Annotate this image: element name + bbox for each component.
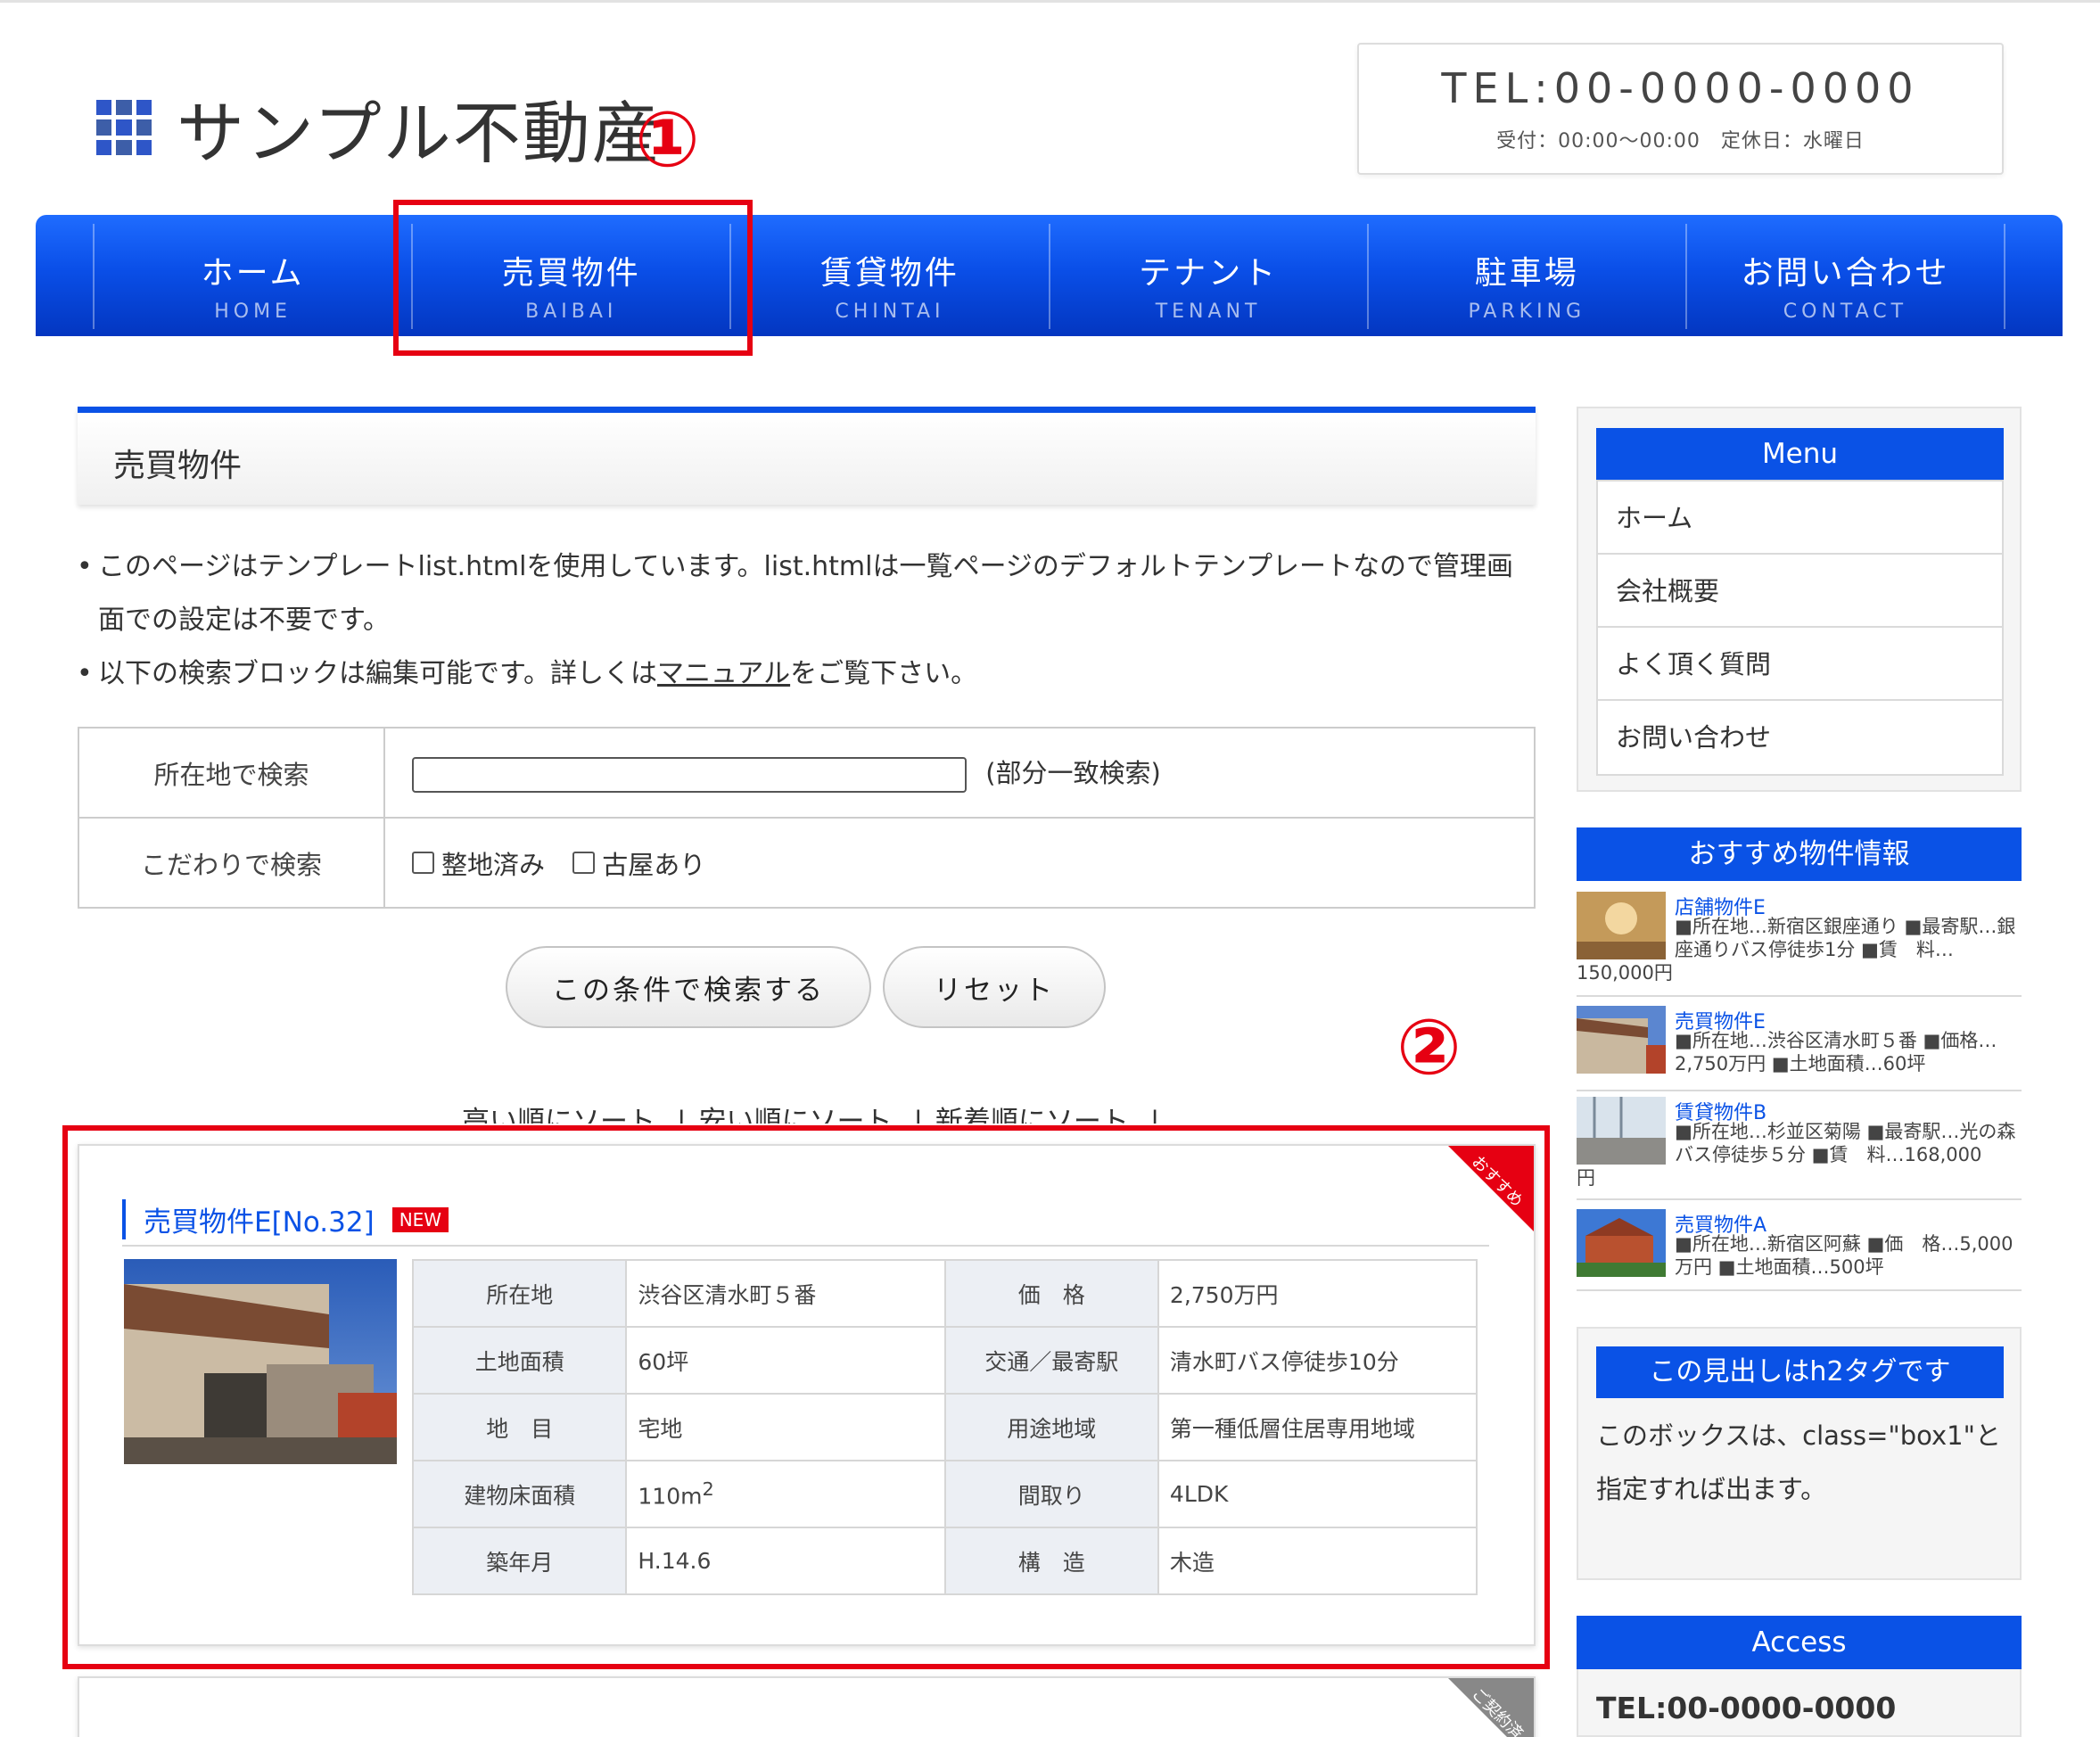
nav-sublabel: HOME (214, 300, 292, 323)
recommended-thumb[interactable] (1577, 892, 1666, 959)
annotation-number-1: ① (635, 95, 700, 185)
grid-logo-icon (96, 100, 152, 155)
nav-label: テナント (1139, 255, 1279, 292)
checkbox-icon[interactable] (412, 852, 434, 874)
sort-new-link[interactable]: 新着順にソート (935, 1106, 1129, 1124)
tel-number: TEL:00-0000-0000 (1441, 64, 1920, 112)
location-input[interactable] (412, 757, 967, 793)
checkbox-icon[interactable] (572, 852, 596, 874)
nav-sublabel: PARKING (1468, 300, 1586, 323)
top-border (0, 0, 2100, 3)
search-button[interactable]: この条件で検索する (506, 946, 871, 1028)
note-item: このページはテンプレートlist.htmlを使用しています。list.htmlは… (77, 540, 1525, 647)
feature-search-label: こだわりで検索 (78, 817, 385, 909)
spec-row: 建物床面積 110m2 間取り 4LDK (411, 1460, 1478, 1528)
box1-text: このボックスは、class="box1"と指定すれば出ます。 (1596, 1420, 2001, 1504)
partial-match-hint: (部分一致検索) (985, 758, 1161, 788)
access-tel: TEL:00-0000-0000 (1596, 1691, 1897, 1725)
nav-baibai[interactable]: 売買物件 BAIBAI (411, 224, 729, 329)
nav-label: ホーム (201, 255, 305, 292)
nav-sublabel: CHINTAI (835, 300, 945, 323)
sort-low-link[interactable]: 安い順にソート (698, 1106, 892, 1124)
site-logo[interactable]: サンプル不動産 (96, 78, 662, 177)
nav-chintai[interactable]: 賃貸物件 CHINTAI (729, 224, 1048, 329)
sort-high-link[interactable]: 高い順にソート (462, 1106, 655, 1124)
access-title: Access (1577, 1616, 2022, 1669)
access-box: TEL:00-0000-0000 (1577, 1669, 2022, 1737)
recommended-item[interactable]: 売買物件A ■所在地…新宿区阿蘇 ■価 格…5,000万円 ■土地面積…500坪 (1577, 1209, 2022, 1291)
annotation-number-2: ② (1396, 1003, 1462, 1092)
tel-box: TEL:00-0000-0000 受付：00:00〜00:00 定休日：水曜日 (1357, 43, 2004, 175)
box1-title: この見出しはh2タグです (1596, 1346, 2004, 1398)
sidebar-menu-title: Menu (1596, 428, 2004, 480)
nav-label: 賃貸物件 (819, 255, 959, 292)
nav-home[interactable]: ホーム HOME (93, 224, 411, 329)
listing-card[interactable]: おすすめ 売買物件E[No.32] NEW 所在地 渋谷区清水町５番 価 格 2… (78, 1144, 1536, 1646)
spec-row: 土地面積 60坪 交通／最寄駅 清水町バス停徒歩10分 (411, 1326, 1478, 1395)
recommended-desc: ■所在地…杉並区菊陽 ■最寄駅…光の森バス停徒歩５分 ■賃 料…168,000 (1675, 1121, 2016, 1165)
option-graded-land[interactable]: 整地済み (412, 844, 545, 882)
global-nav: ホーム HOME 売買物件 BAIBAI 賃貸物件 CHINTAI テナント T… (36, 215, 2063, 336)
recommended-thumb[interactable] (1577, 1209, 1666, 1277)
recommended-thumb[interactable] (1577, 1097, 1666, 1165)
page-notes: このページはテンプレートlist.htmlを使用しています。list.htmlは… (77, 540, 1525, 701)
sort-bar: 高い順にソート | 安い順にソート | 新着順にソート | (462, 1099, 1172, 1124)
listing-spec-table: 所在地 渋谷区清水町５番 価 格 2,750万円 土地面積 60坪 交通／最寄駅… (411, 1259, 1478, 1595)
nav-label: 売買物件 (501, 255, 641, 292)
recommended-desc: ■所在地…渋谷区清水町５番 ■価格…2,750万円 ■土地面積…60坪 (1675, 1030, 1997, 1074)
option-old-house[interactable]: 古屋あり (572, 844, 705, 882)
search-form: 所在地で検索 (部分一致検索) こだわりで検索 整地済み 古屋あり (78, 727, 1536, 909)
recommended-desc-tail: 円 (1577, 1167, 1595, 1189)
recommended-item[interactable]: 店舗物件E ■所在地…新宿区銀座通り ■最寄駅…銀座通りバス停徒歩1分 ■賃 料… (1577, 892, 2022, 997)
page-title: 売買物件 (78, 407, 1536, 505)
nav-label: お問い合わせ (1741, 255, 1950, 292)
nav-sublabel: CONTACT (1783, 300, 1908, 323)
recommended-thumb[interactable] (1577, 1006, 1666, 1074)
spec-row: 築年月 H.14.6 構 造 木造 (411, 1527, 1478, 1595)
sidebar-item-contact[interactable]: お問い合わせ (1598, 701, 2002, 774)
new-badge: NEW (391, 1206, 449, 1232)
nav-label: 駐車場 (1474, 255, 1579, 292)
recommended-desc: ■所在地…新宿区銀座通り ■最寄駅…銀座通りバス停徒歩1分 ■賃 料… (1675, 916, 2016, 960)
site-title: サンプル不動産 (177, 94, 662, 173)
business-hours: 受付：00:00〜00:00 定休日：水曜日 (1496, 130, 1865, 152)
nav-tenant[interactable]: テナント TENANT (1048, 224, 1367, 329)
recommended-title: おすすめ物件情報 (1577, 827, 2022, 881)
recommended-item[interactable]: 売買物件E ■所在地…渋谷区清水町５番 ■価格…2,750万円 ■土地面積…60… (1577, 1006, 2022, 1091)
manual-link[interactable]: マニュアル (657, 658, 790, 689)
listing-title[interactable]: 売買物件E[No.32] NEW (122, 1199, 449, 1239)
note-item: 以下の検索ブロックは編集可能です。詳しくはマニュアルをご覧下さい。 (77, 647, 1525, 701)
nav-sublabel: TENANT (1155, 300, 1262, 323)
sidebar-item-faq[interactable]: よく頂く質問 (1598, 628, 2002, 701)
spec-row: 所在地 渋谷区清水町５番 価 格 2,750万円 (411, 1259, 1478, 1328)
reset-button[interactable]: リセット (883, 946, 1106, 1028)
spec-row: 地 目 宅地 用途地域 第一種低層住居専用地域 (411, 1393, 1478, 1461)
recommended-item[interactable]: 賃貸物件B ■所在地…杉並区菊陽 ■最寄駅…光の森バス停徒歩５分 ■賃 料…16… (1577, 1097, 2022, 1200)
listing-card[interactable]: ご契約済 (78, 1676, 1536, 1737)
nav-contact[interactable]: お問い合わせ CONTACT (1684, 224, 2006, 329)
sidebar-box1: この見出しはh2タグです このボックスは、class="box1"と指定すれば出… (1577, 1327, 2022, 1580)
sidebar-item-home[interactable]: ホーム (1598, 482, 2002, 555)
recommended-desc: ■所在地…新宿区阿蘇 ■価 格…5,000万円 ■土地面積…500坪 (1675, 1233, 2014, 1278)
location-search-label: 所在地で検索 (78, 727, 385, 819)
nav-parking[interactable]: 駐車場 PARKING (1366, 224, 1685, 329)
sidebar-menu: Menu ホーム 会社概要 よく頂く質問 お問い合わせ (1577, 407, 2022, 792)
sidebar-item-company[interactable]: 会社概要 (1598, 555, 2002, 628)
title-rule (122, 1245, 1489, 1247)
recommended-desc-tail: 150,000円 (1577, 962, 1673, 984)
listing-photo[interactable] (124, 1259, 397, 1464)
nav-sublabel: BAIBAI (525, 300, 618, 323)
